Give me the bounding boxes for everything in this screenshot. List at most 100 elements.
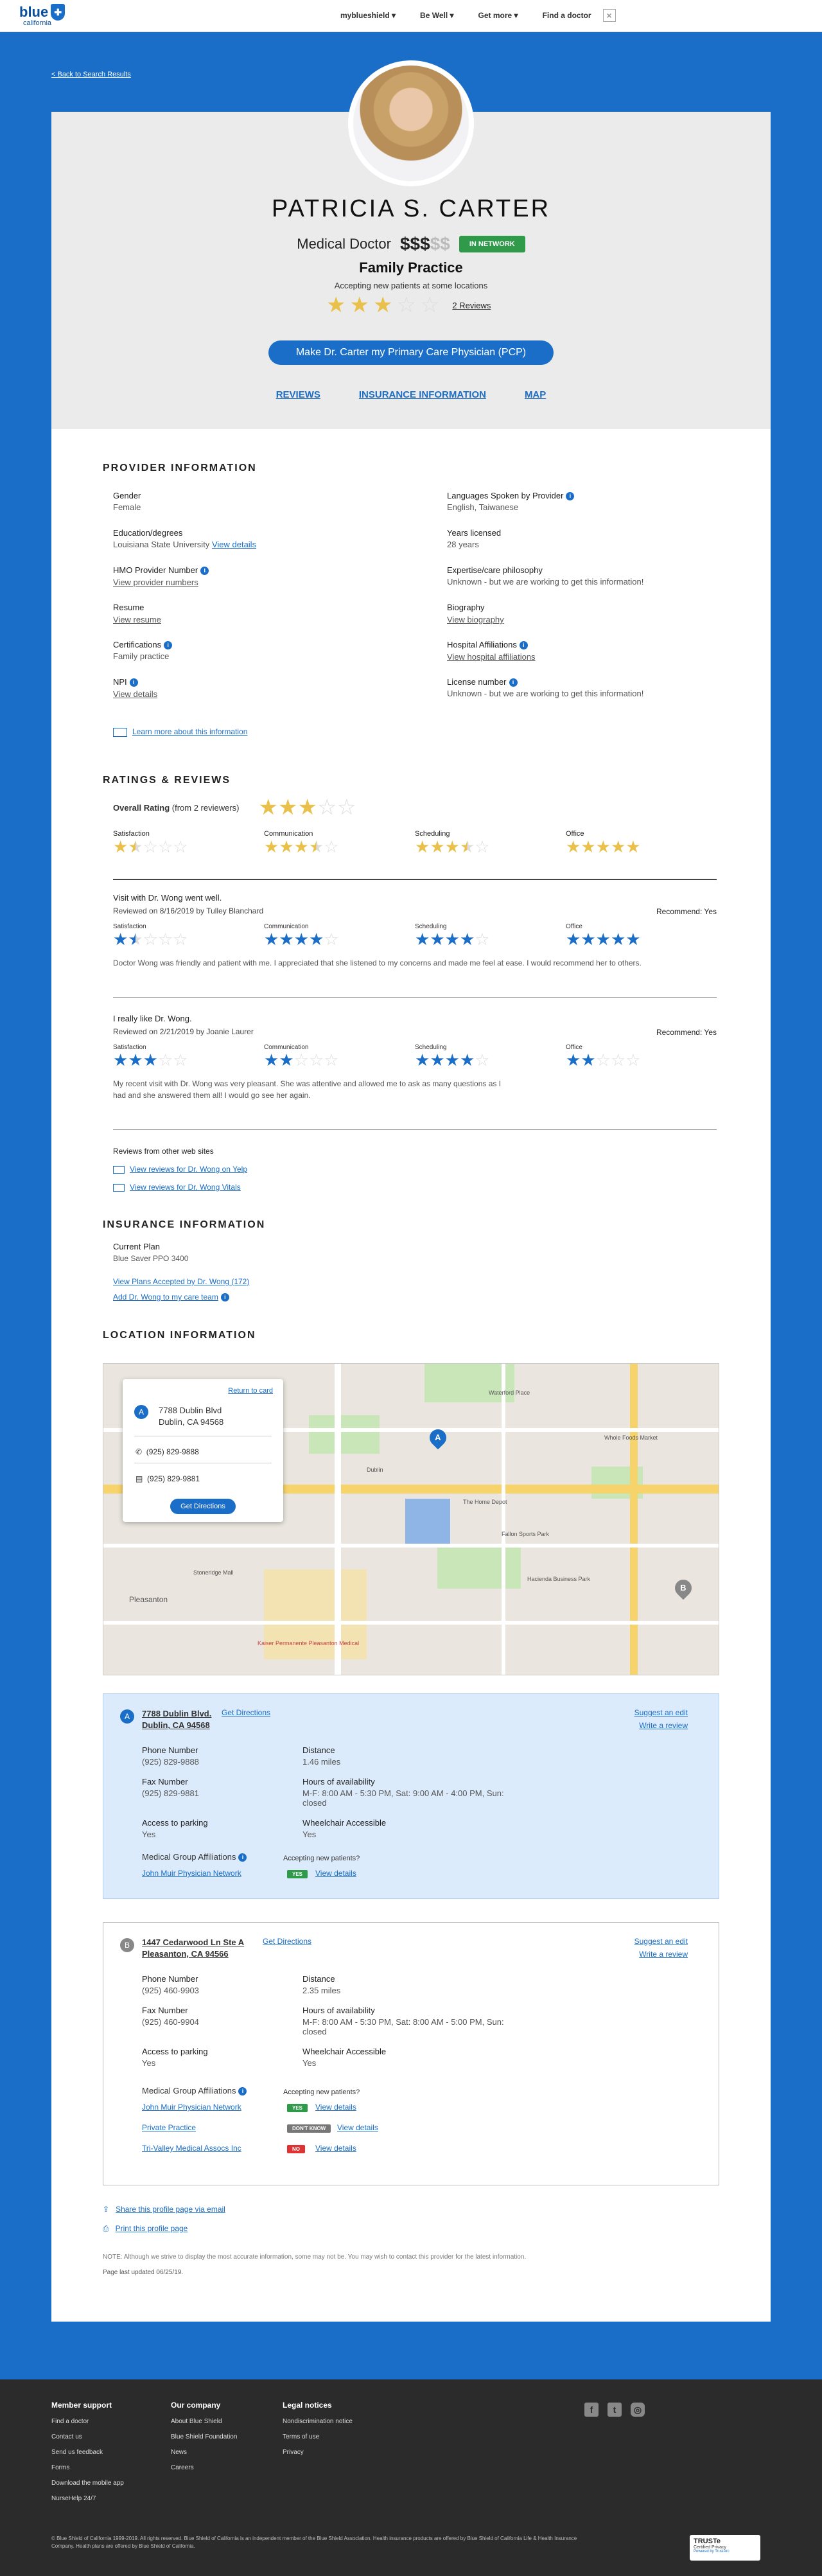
- affiliation-link[interactable]: Private Practice: [142, 2123, 196, 2132]
- vitals-reviews-link[interactable]: View reviews for Dr. Wong Vitals: [130, 1183, 241, 1192]
- shield-icon: ✚: [51, 4, 66, 21]
- get-directions-link[interactable]: Get Directions: [263, 1937, 311, 1946]
- footer-link[interactable]: News: [171, 2445, 237, 2460]
- location-heading: LOCATION INFORMATION: [103, 1330, 256, 1341]
- footer-link[interactable]: Download the mobile app: [51, 2476, 124, 2491]
- print-icon: ⎙: [103, 2224, 109, 2233]
- location-address[interactable]: 7788 Dublin Blvd. Dublin, CA 94568: [142, 1708, 211, 1731]
- location-map[interactable]: A B Dublin Waterford Place Whole Foods M…: [103, 1363, 719, 1675]
- affiliation-link[interactable]: John Muir Physician Network: [142, 2103, 241, 2112]
- info-icon[interactable]: i: [220, 1293, 229, 1302]
- tab-map[interactable]: MAP: [525, 389, 546, 400]
- print-page-link[interactable]: Print this profile page: [116, 2224, 188, 2233]
- view-details-link[interactable]: View details: [315, 2103, 356, 2112]
- location-address[interactable]: 1447 Cedarwood Ln Ste A Pleasanton, CA 94…: [142, 1937, 244, 1960]
- location-marker-icon: A: [134, 1405, 148, 1419]
- rating-scheduling: Scheduling ★★★★☆: [415, 830, 490, 856]
- truste-badge[interactable]: TRUSTe Certified Privacy Powered by Trus…: [690, 2535, 760, 2561]
- affiliation-link[interactable]: John Muir Physician Network: [142, 1869, 241, 1878]
- star-icon: ☆: [396, 293, 416, 317]
- add-care-team-link[interactable]: Add Dr. Wong to my care team: [113, 1292, 218, 1301]
- map-location-card: Return to card A 7788 Dublin Blvd Dublin,…: [123, 1379, 283, 1522]
- info-icon[interactable]: i: [200, 567, 209, 576]
- education-details-link[interactable]: View details: [212, 540, 256, 549]
- footer-link[interactable]: Forms: [51, 2460, 124, 2476]
- hospital-affiliations-link[interactable]: View hospital affiliations: [447, 652, 536, 662]
- accepting-status-badge: YES: [287, 2104, 308, 2112]
- accepting-label: Accepting new patients?: [283, 1855, 360, 1862]
- footer-link[interactable]: Terms of use: [283, 2430, 353, 2445]
- footer-link[interactable]: Careers: [171, 2460, 237, 2476]
- suggest-edit-link[interactable]: Suggest an edit: [634, 1708, 688, 1717]
- hospital-affiliations-field: Hospital Affiliations i View hospital affi…: [447, 640, 536, 662]
- reviews-count-link[interactable]: 2 Reviews: [452, 301, 491, 310]
- view-details-link[interactable]: View details: [315, 2144, 356, 2153]
- map-marker-b[interactable]: B: [671, 1576, 695, 1600]
- info-icon[interactable]: i: [519, 641, 528, 650]
- write-review-link[interactable]: Write a review: [639, 1721, 688, 1730]
- footer-link[interactable]: About Blue Shield: [171, 2414, 237, 2430]
- review-recommend: Recommend: Yes: [656, 1028, 717, 1037]
- nav-myblueshield[interactable]: myblueshield ▾: [340, 11, 396, 22]
- location-details: Phone Number (925) 829-9888 Distance 1.46 …: [142, 1745, 504, 1839]
- write-review-link[interactable]: Write a review: [639, 1950, 688, 1959]
- footer-link[interactable]: NurseHelp 24/7: [51, 2491, 124, 2507]
- footer-link[interactable]: Nondiscrimination notice: [283, 2414, 353, 2430]
- footer-link[interactable]: Find a doctor: [51, 2414, 124, 2430]
- nav-be-well[interactable]: Be Well ▾: [420, 11, 453, 22]
- location-details: Phone Number (925) 460-9903 Distance 2.35 …: [142, 1974, 504, 2068]
- facebook-icon[interactable]: f: [584, 2403, 599, 2417]
- instagram-icon[interactable]: ◎: [631, 2403, 645, 2417]
- nav-find-a-doctor[interactable]: Find a doctor: [543, 11, 591, 22]
- rating-communication: Communication ★★★★☆: [264, 830, 339, 856]
- accepting-status-badge: NO: [287, 2145, 305, 2153]
- map-label: Stoneridge Mall: [193, 1569, 234, 1576]
- npi-details-link[interactable]: View details: [113, 689, 157, 699]
- back-to-search-link[interactable]: < Back to Search Results: [51, 71, 131, 78]
- share-email-link[interactable]: Share this profile page via email: [116, 2205, 225, 2214]
- affiliation-link[interactable]: Tri-Valley Medical Assocs Inc: [142, 2144, 241, 2153]
- education-field: Education/degrees Louisiana State Univers…: [113, 528, 257, 549]
- blue-shield-logo[interactable]: blue ✚ california: [19, 4, 66, 27]
- make-pcp-button[interactable]: Make Dr. Carter my Primary Care Physicia…: [268, 340, 554, 365]
- info-icon[interactable]: i: [238, 1853, 247, 1862]
- biography-link[interactable]: View biography: [447, 615, 504, 624]
- provider-numbers-link[interactable]: View provider numbers: [113, 578, 198, 587]
- rating-office: Office ★★★★★: [566, 830, 641, 856]
- footer-link[interactable]: Contact us: [51, 2430, 124, 2445]
- twitter-icon[interactable]: t: [608, 2403, 622, 2417]
- map-label: Whole Foods Market: [604, 1434, 658, 1441]
- map-label: Hacienda Business Park: [527, 1576, 591, 1582]
- location-marker-icon: A: [120, 1709, 134, 1724]
- tab-insurance[interactable]: INSURANCE INFORMATION: [359, 389, 486, 400]
- logo-subtitle: california: [23, 19, 52, 27]
- yelp-reviews-link[interactable]: View reviews for Dr. Wong on Yelp: [130, 1165, 247, 1174]
- footer-link[interactable]: Blue Shield Foundation: [171, 2430, 237, 2445]
- info-icon[interactable]: i: [129, 678, 138, 687]
- get-directions-link[interactable]: Get Directions: [222, 1708, 270, 1717]
- info-icon[interactable]: i: [509, 678, 518, 687]
- book-icon: [113, 727, 127, 737]
- provider-info-grid: Gender Female Languages Spoken by Provide…: [113, 491, 717, 703]
- rating-satisfaction: Satisfaction ★★☆☆☆: [113, 830, 188, 856]
- nav-get-more[interactable]: Get more ▾: [478, 11, 518, 22]
- get-directions-button[interactable]: Get Directions: [170, 1499, 236, 1514]
- fax-icon: ▤: [136, 1474, 143, 1483]
- main-nav: myblueshield ▾ Be Well ▾ Get more ▾ Find…: [340, 9, 616, 22]
- suggest-edit-link[interactable]: Suggest an edit: [634, 1937, 688, 1946]
- info-icon[interactable]: i: [566, 492, 575, 501]
- footer-link[interactable]: Privacy: [283, 2445, 353, 2460]
- overall-rating-row: Overall Rating (from 2 reviewers) ★★★☆☆: [113, 795, 356, 820]
- provider-specialty: Family Practice: [359, 260, 463, 276]
- info-icon[interactable]: i: [238, 2087, 247, 2096]
- view-details-link[interactable]: View details: [337, 2123, 378, 2132]
- return-to-card-link[interactable]: Return to card: [228, 1387, 273, 1395]
- learn-more-link[interactable]: Learn more about this information: [132, 727, 247, 736]
- footer-link[interactable]: Send us feedback: [51, 2445, 124, 2460]
- info-icon[interactable]: i: [164, 641, 173, 650]
- view-details-link[interactable]: View details: [315, 1869, 356, 1878]
- plans-accepted-link[interactable]: View Plans Accepted by Dr. Wong (172): [113, 1277, 249, 1286]
- close-icon[interactable]: ×: [602, 9, 616, 22]
- tab-reviews[interactable]: REVIEWS: [276, 389, 320, 400]
- resume-link[interactable]: View resume: [113, 615, 161, 624]
